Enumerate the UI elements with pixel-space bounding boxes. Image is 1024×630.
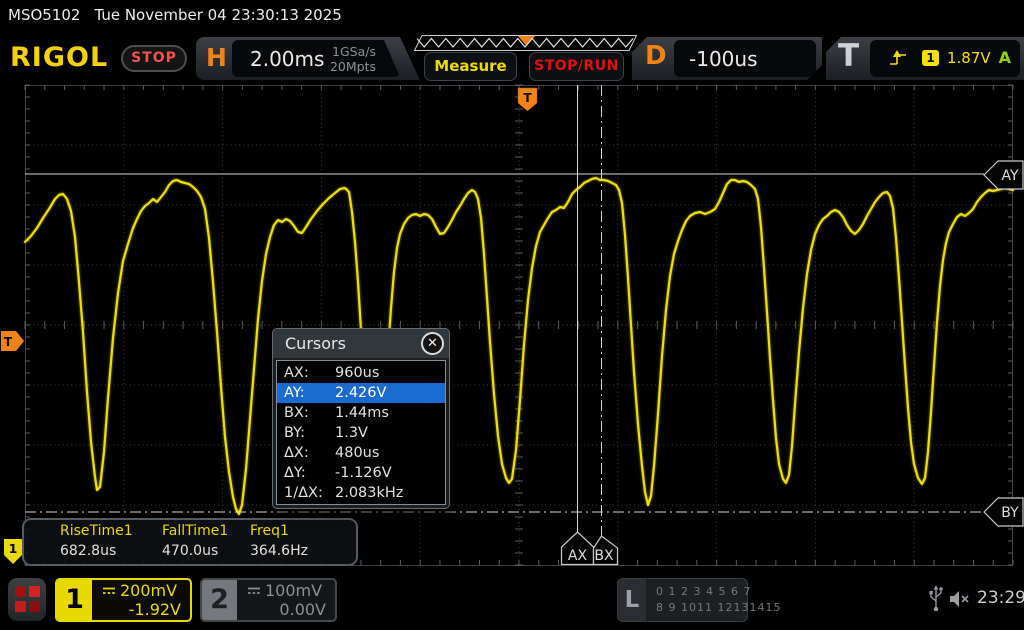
grid-ticks	[25, 85, 1013, 565]
cursor-row-by[interactable]: BY:1.3V	[277, 423, 445, 443]
measurement-label: Freq1	[250, 523, 289, 539]
cursor-bx-tag[interactable]: BX	[594, 536, 618, 565]
trigger-position-marker[interactable]: T	[518, 88, 537, 111]
cursor-row-inv-dx[interactable]: 1/ΔX:2.083kHz	[277, 483, 445, 503]
trigger-position-letter: T	[523, 91, 532, 105]
trigger-level-marker[interactable]: T	[1, 331, 24, 351]
measurements-panel[interactable]: RiseTime1 682.8us FallTime1 470.0us Freq…	[22, 518, 358, 566]
measurement-label: RiseTime1	[60, 523, 133, 539]
oscilloscope-screen: MSO5102Tue November 04 23:30:13 2025 RIG…	[0, 0, 1024, 630]
cursor-ay-tag[interactable]: AY	[984, 161, 1023, 189]
measurement-value: 364.6Hz	[250, 543, 308, 559]
measurement-value: 470.0us	[162, 543, 218, 559]
channel1-marker-number: 1	[9, 541, 18, 556]
close-icon[interactable]: ✕	[421, 332, 444, 355]
waveform-position-indicator[interactable]	[414, 35, 637, 51]
measurement-value: 682.8us	[60, 543, 116, 559]
stop-run-button[interactable]: STOP/RUN	[529, 52, 624, 81]
cursor-row-dy[interactable]: ΔY:-1.126V	[277, 463, 445, 483]
cursor-ax-tag[interactable]: AX	[562, 532, 594, 565]
measurement-label: FallTime1	[162, 523, 228, 539]
svg-text:BY: BY	[1001, 505, 1019, 521]
cursor-row-ay-selected[interactable]: AY:2.426V	[277, 383, 445, 403]
svg-text:BX: BX	[594, 548, 614, 564]
cursor-by-tag[interactable]: BY	[984, 498, 1023, 526]
cursor-row-dx[interactable]: ΔX:480us	[277, 443, 445, 463]
svg-text:AX: AX	[568, 548, 588, 564]
svg-text:AY: AY	[1001, 168, 1018, 184]
cursors-dialog-body: AX:960us AY:2.426V BX:1.44ms BY:1.3V ΔX:…	[276, 360, 446, 505]
measure-button[interactable]: Measure	[424, 52, 517, 81]
channel1-ground-marker[interactable]: 1	[4, 539, 22, 564]
trigger-level-letter: T	[4, 335, 13, 349]
cursors-dialog[interactable]: Cursors ✕ AX:960us AY:2.426V BX:1.44ms B…	[272, 328, 450, 509]
cursor-row-ax[interactable]: AX:960us	[277, 363, 445, 383]
cursor-row-bx[interactable]: BX:1.44ms	[277, 403, 445, 423]
